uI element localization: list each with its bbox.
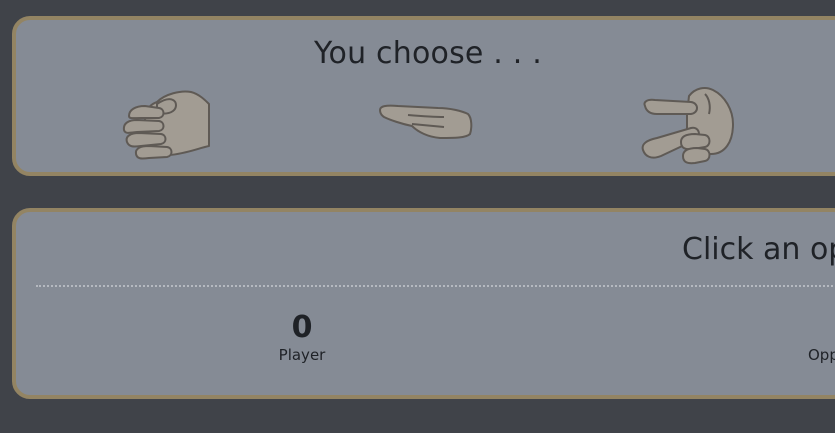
result-message: Click an op bbox=[682, 232, 835, 267]
result-panel: Click an op 0 Player Opp bbox=[12, 208, 835, 399]
player-score-label: Player bbox=[278, 346, 326, 364]
choose-title: You choose . . . bbox=[314, 36, 542, 71]
paper-hand-icon[interactable] bbox=[378, 102, 474, 142]
choose-panel: You choose . . . bbox=[12, 16, 835, 176]
rock-hand-icon[interactable] bbox=[119, 86, 225, 174]
divider bbox=[36, 285, 835, 287]
scissors-hand-icon[interactable] bbox=[639, 84, 739, 180]
player-score: 0 Player bbox=[250, 310, 354, 364]
player-score-value: 0 bbox=[291, 310, 313, 345]
opponent-score: Opp bbox=[808, 346, 835, 364]
opponent-score-label: Opp bbox=[808, 346, 835, 364]
